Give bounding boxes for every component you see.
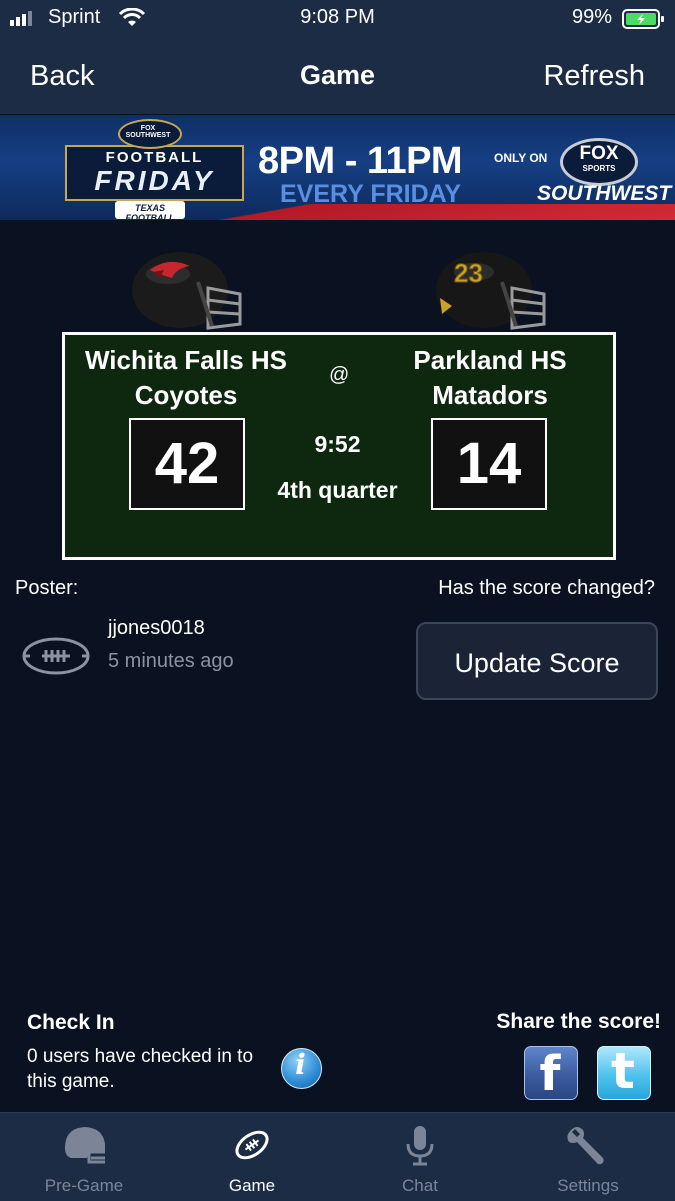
tab-label: Pre-Game	[44, 1176, 124, 1195]
poster-label: Poster:	[15, 577, 79, 599]
home-team-mascot: Coyotes	[134, 380, 238, 410]
sports-text: SPORTS	[582, 164, 616, 173]
banner-time: 8PM - 11PM	[258, 140, 463, 182]
football-icon	[22, 636, 90, 681]
share-title: Share the score!	[496, 1010, 661, 1033]
badge-text: FOX SOUTHWEST	[125, 125, 171, 139]
football-friday-logo: FOOTBALL FRIDAY	[65, 145, 244, 201]
battery-icon	[622, 8, 666, 35]
banner-only-on: ONLY ON	[494, 151, 548, 165]
banner-every-friday: EVERY FRIDAY	[280, 180, 462, 208]
tab-label: Game	[228, 1176, 276, 1195]
away-score: 14	[456, 431, 522, 496]
tab-game[interactable]: Game	[168, 1112, 336, 1200]
tab-pre-game[interactable]: Pre-Game	[0, 1112, 168, 1200]
friday-text: FRIDAY	[94, 165, 215, 196]
poster-username[interactable]: jjones0018	[108, 617, 205, 640]
wrench-icon	[567, 1127, 604, 1165]
home-team-school: Wichita Falls HS	[84, 345, 288, 375]
score-changed-prompt: Has the score changed?	[438, 577, 655, 599]
tab-settings[interactable]: Settings	[504, 1112, 672, 1200]
home-score: 42	[154, 431, 220, 496]
tab-chat[interactable]: Chat	[336, 1112, 504, 1200]
game-period: 4th quarter	[277, 477, 398, 503]
football-icon	[235, 1130, 269, 1160]
away-team-school: Parkland HS	[413, 345, 567, 375]
update-score-button[interactable]: Update Score	[416, 622, 658, 700]
away-score-box: 14	[431, 418, 547, 510]
microphone-icon	[406, 1126, 434, 1166]
home-score-box: 42	[129, 418, 245, 510]
football-text: FOOTBALL	[105, 149, 204, 166]
tab-label: Settings	[557, 1176, 619, 1195]
info-glyph: i	[295, 1048, 306, 1081]
svg-text:23: 23	[454, 258, 483, 288]
refresh-button[interactable]: Refresh	[543, 60, 645, 93]
away-team-mascot: Matadors	[432, 380, 548, 410]
poster-time-ago: 5 minutes ago	[108, 650, 234, 672]
southwest-text: SOUTHWEST	[537, 182, 672, 205]
home-team-helmet-icon	[128, 248, 246, 337]
tab-label: Chat	[402, 1176, 438, 1195]
helmet-icon	[65, 1127, 105, 1164]
facebook-icon: f	[539, 1046, 561, 1102]
check-in-title: Check In	[27, 1011, 115, 1034]
check-in-count: 0 users have checked in to this game.	[27, 1046, 254, 1092]
twitter-icon: t	[611, 1042, 635, 1100]
fox-text: FOX	[579, 143, 619, 164]
battery-percent: 99%	[572, 6, 613, 28]
texas-football-text: TEXAS FOOTBALL	[125, 203, 175, 220]
away-team-helmet-icon: 23	[432, 248, 550, 337]
at-symbol: @	[329, 364, 350, 386]
game-clock: 9:52	[314, 431, 361, 457]
